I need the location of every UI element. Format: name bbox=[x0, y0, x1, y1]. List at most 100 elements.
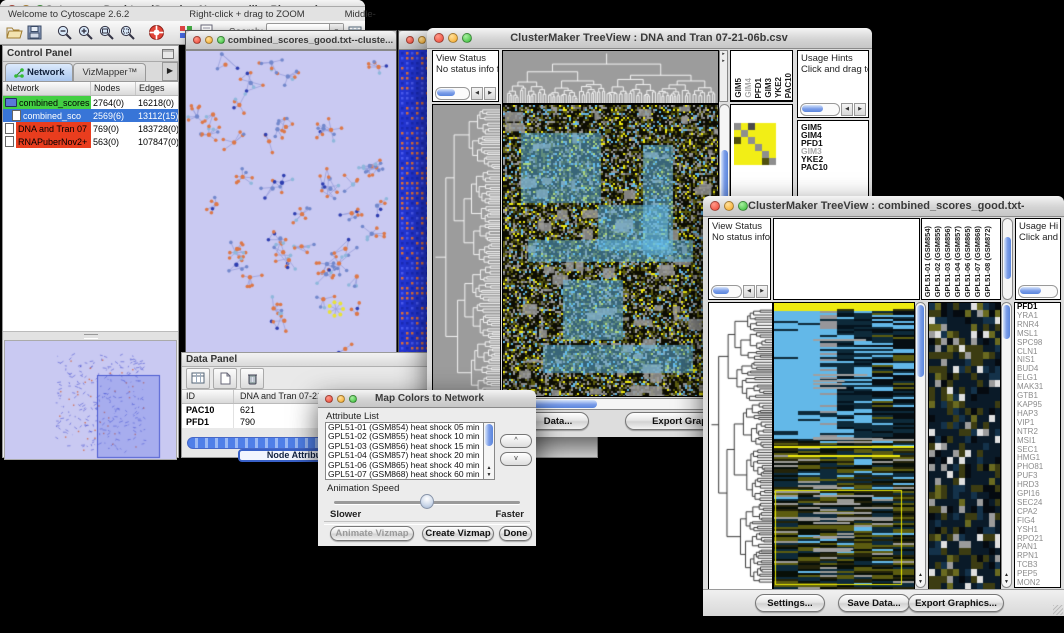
network-row[interactable]: combined_scores 2764(0) 16218(0) bbox=[3, 96, 178, 109]
create-vizmap-button[interactable]: Create Vizmap bbox=[422, 526, 494, 541]
scroll-left-icon[interactable]: ◀ bbox=[471, 87, 483, 100]
tv2-main-scrollbar[interactable]: ▲ ▼ bbox=[915, 302, 926, 588]
tv2-gene-scrollbar[interactable]: ▲ ▼ bbox=[1001, 302, 1012, 588]
float-panel-icon[interactable] bbox=[162, 49, 174, 59]
tv1-hints-scrollbar[interactable]: ◀▶ bbox=[800, 103, 866, 115]
network-row[interactable]: DNA and Tran 07 769(0) 183728(0) bbox=[3, 122, 178, 135]
scroll-left-icon[interactable]: ◀ bbox=[841, 103, 853, 116]
tv1-view-status-panel: View Status No status info f ◀▶ bbox=[432, 50, 499, 102]
gene-label: PAC10 bbox=[801, 163, 828, 171]
scroll-right-icon[interactable]: ▶ bbox=[854, 103, 866, 116]
tv2-status-scrollbar[interactable]: ◀▶ bbox=[711, 285, 768, 297]
delete-attribute-trash-button[interactable] bbox=[240, 368, 264, 389]
scroll-up-icon[interactable]: ▲ bbox=[1002, 572, 1011, 578]
move-up-button[interactable]: ^ bbox=[500, 434, 532, 448]
scroll-left-icon[interactable]: ◀ bbox=[743, 285, 755, 298]
network-list-empty-area bbox=[3, 148, 178, 332]
move-down-button[interactable]: v bbox=[500, 452, 532, 466]
column-label: GPL51-02 (GSM855) bbox=[933, 226, 943, 297]
tv1-save-data-button[interactable]: Data... bbox=[527, 412, 589, 430]
view-status-title: View Status bbox=[436, 53, 486, 64]
tv2-column-tree-area[interactable] bbox=[773, 218, 920, 300]
column-network: Network bbox=[3, 82, 91, 95]
tv1-status-scrollbar[interactable]: ◀▶ bbox=[435, 87, 496, 99]
attribute-list-scrollbar[interactable]: ▲ ▼ bbox=[483, 423, 494, 479]
scroll-right-icon[interactable]: ▶ bbox=[484, 87, 496, 100]
slower-label: Slower bbox=[330, 509, 361, 520]
select-attributes-button[interactable] bbox=[186, 368, 210, 389]
done-button[interactable]: Done bbox=[499, 526, 532, 541]
column-edges: Edges bbox=[136, 82, 178, 95]
tv2-heatmap-canvas[interactable] bbox=[773, 302, 915, 590]
dialog-titlebar[interactable]: Map Colors to Network bbox=[318, 390, 536, 408]
tv2-row-dendrogram[interactable] bbox=[708, 302, 773, 590]
status-hint-zoom: Right-click + drag to ZOOM bbox=[189, 9, 304, 20]
resize-grip[interactable] bbox=[1053, 605, 1063, 615]
zoom-out-button[interactable] bbox=[55, 23, 73, 42]
scroll-up-icon[interactable]: ▲ bbox=[484, 465, 494, 471]
treeview1-titlebar[interactable]: ClusterMaker TreeView : DNA and Tran 07-… bbox=[427, 28, 872, 49]
tv1-heatmap-canvas[interactable] bbox=[502, 104, 719, 397]
help-lifebuoy-button[interactable] bbox=[148, 23, 166, 42]
tv1-column-scroll-strip[interactable]: ▸▸ bbox=[719, 50, 728, 102]
tv2-top-scrollbar[interactable] bbox=[1002, 218, 1013, 300]
tv1-selected-matrix-canvas[interactable] bbox=[734, 121, 778, 167]
map-colors-dialog: Map Colors to Network Attribute List GPL… bbox=[318, 390, 536, 546]
scroll-right-icon[interactable]: ▶ bbox=[756, 285, 768, 298]
window-controls[interactable] bbox=[710, 201, 748, 211]
tv2-column-labels-panel: GPL51-01 (GSM854)GPL51-02 (GSM855)GPL51-… bbox=[921, 218, 1001, 300]
network-view-window: combined_scores_good.txt--cluste... bbox=[185, 30, 397, 360]
zoom-in-button[interactable] bbox=[76, 23, 94, 42]
attribute-item[interactable]: GPL51-07 (GSM868) heat shock 60 min bbox=[326, 470, 494, 479]
tv2-view-status-panel: View Status No status info ◀▶ bbox=[708, 218, 771, 300]
network-overview-canvas[interactable] bbox=[4, 340, 177, 460]
treeview2-titlebar[interactable]: ClusterMaker TreeView : combined_scores_… bbox=[703, 196, 1064, 217]
network-view-titlebar[interactable]: combined_scores_good.txt--cluste... bbox=[186, 31, 396, 50]
view-status-text: No status info f bbox=[436, 64, 498, 75]
tv2-zoom-heatmap-canvas[interactable] bbox=[928, 302, 1001, 590]
open-file-button[interactable] bbox=[5, 23, 23, 42]
window-controls[interactable] bbox=[325, 395, 357, 403]
network-row-selected[interactable]: combined_sco 2569(6) 13112(15) bbox=[3, 109, 178, 122]
window-controls[interactable] bbox=[434, 33, 472, 43]
animate-vizmap-button[interactable]: Animate Vizmap bbox=[330, 526, 414, 541]
zoom-fit-button[interactable] bbox=[118, 23, 136, 42]
save-button[interactable] bbox=[26, 23, 44, 42]
column-id: ID bbox=[182, 390, 234, 403]
attribute-list[interactable]: GPL51-01 (GSM854) heat shock 05 minGPL51… bbox=[325, 422, 495, 480]
scroll-down-icon[interactable]: ▼ bbox=[916, 579, 925, 585]
gene-label[interactable]: MON2 bbox=[1015, 579, 1060, 588]
column-label: PAC10 bbox=[784, 73, 792, 98]
scroll-down-icon[interactable]: ▼ bbox=[484, 472, 494, 478]
tv2-export-graphics-button[interactable]: Export Graphics... bbox=[908, 594, 1004, 612]
slider-thumb[interactable] bbox=[420, 494, 434, 509]
scroll-up-icon[interactable]: ▲ bbox=[916, 572, 925, 578]
tv1-row-dendrogram[interactable] bbox=[432, 104, 501, 397]
tv2-settings-button[interactable]: Settings... bbox=[755, 594, 825, 612]
control-panel-header: Control Panel bbox=[3, 46, 178, 62]
tv2-hints-scrollbar[interactable] bbox=[1018, 285, 1058, 297]
gene-items: PFD1YRA1RNR4MSL1SPC98CLN1NIS1BUD4ELG1MAK… bbox=[1015, 303, 1060, 588]
network-canvas[interactable] bbox=[186, 50, 396, 361]
column-label: GIM3 bbox=[764, 78, 773, 98]
tv2-column-labels: GPL51-01 (GSM854)GPL51-02 (GSM855)GPL51-… bbox=[922, 219, 1000, 299]
panel-splitter[interactable] bbox=[3, 332, 178, 340]
column-label: GPL51-08 (GSM872) bbox=[983, 226, 993, 297]
network-row[interactable]: RNAPuberNov2+ 563(0) 107847(0) bbox=[3, 135, 178, 148]
tab-vizmapper[interactable]: VizMapper™ bbox=[73, 63, 146, 81]
column-label: YKE2 bbox=[774, 77, 783, 98]
tv2-save-data-button[interactable]: Save Data... bbox=[838, 594, 910, 612]
tab-overflow-button[interactable]: ▶ bbox=[162, 62, 178, 81]
usage-hints-text: Click and drag tc bbox=[801, 64, 868, 75]
treeview2-window: ClusterMaker TreeView : combined_scores_… bbox=[703, 196, 1064, 616]
tab-network[interactable]: Network bbox=[5, 63, 73, 81]
dialog-title: Map Colors to Network bbox=[357, 393, 502, 404]
status-hint-middle: Middle- bbox=[345, 9, 376, 20]
window-controls[interactable] bbox=[193, 36, 225, 44]
control-panel: Control Panel Network VizMapper™ ▶ Netwo… bbox=[2, 45, 179, 458]
scroll-down-icon[interactable]: ▼ bbox=[1002, 579, 1011, 585]
column-label: GIM4 bbox=[744, 78, 753, 98]
tv1-column-dendrogram[interactable] bbox=[502, 50, 719, 104]
new-attribute-button[interactable] bbox=[213, 368, 237, 389]
zoom-selected-button[interactable] bbox=[97, 23, 115, 42]
